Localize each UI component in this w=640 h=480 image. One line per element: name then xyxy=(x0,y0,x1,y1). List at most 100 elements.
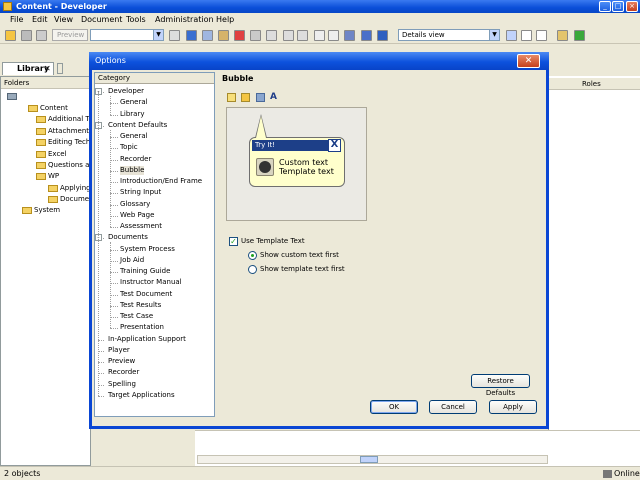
toolbar-icon[interactable] xyxy=(169,30,180,41)
category-item[interactable]: Content Defaults xyxy=(108,121,167,130)
category-item[interactable]: Player xyxy=(108,346,130,355)
category-item[interactable]: System Process xyxy=(120,245,175,254)
category-item[interactable]: Instructor Manual xyxy=(120,278,182,287)
tree-item[interactable]: Content xyxy=(28,104,68,112)
menu-help[interactable]: Help xyxy=(216,15,234,24)
category-item[interactable]: General xyxy=(120,132,148,141)
template-first-radio[interactable] xyxy=(248,265,257,274)
category-item[interactable]: Glossary xyxy=(120,200,150,209)
cut-icon[interactable] xyxy=(186,30,197,41)
category-item[interactable]: General xyxy=(120,98,148,107)
dialog-close-button[interactable]: ✕ xyxy=(517,54,540,68)
tree-item[interactable]: Editing Techn xyxy=(36,138,95,146)
refresh-icon[interactable] xyxy=(574,30,585,41)
tree-connector xyxy=(110,227,118,228)
custom-first-label[interactable]: Show custom text first xyxy=(260,251,339,259)
properties-icon[interactable] xyxy=(250,30,261,41)
menu-edit[interactable]: Edit xyxy=(32,15,48,24)
apply-button[interactable]: Apply xyxy=(489,400,537,414)
folder-icon[interactable] xyxy=(557,30,568,41)
roles-column-header[interactable]: Roles xyxy=(548,78,640,90)
link-icon[interactable] xyxy=(361,30,372,41)
help-icon[interactable] xyxy=(377,30,388,41)
category-item[interactable]: Topic xyxy=(120,143,138,152)
menu-file[interactable]: File xyxy=(10,15,23,24)
category-item[interactable]: Test Case xyxy=(120,312,153,321)
close-icon[interactable]: ✕ xyxy=(44,64,51,73)
use-template-label[interactable]: Use Template Text xyxy=(241,237,305,245)
category-item[interactable]: Assessment xyxy=(120,222,162,231)
category-item-label: Introduction/End Frame xyxy=(120,177,203,185)
category-item[interactable]: Bubble xyxy=(120,165,145,175)
category-item[interactable]: Recorder xyxy=(108,368,139,377)
menu-tools[interactable]: Tools xyxy=(126,15,146,24)
tree-item[interactable]: System xyxy=(22,206,60,214)
scrollbar-thumb[interactable] xyxy=(360,456,378,463)
category-item[interactable]: Introduction/End Frame xyxy=(120,177,202,186)
undo-icon[interactable] xyxy=(283,30,294,41)
print-icon[interactable] xyxy=(36,30,47,41)
pointer-icon[interactable] xyxy=(256,93,265,102)
toolbar-icon[interactable] xyxy=(266,30,277,41)
menu-view[interactable]: View xyxy=(54,15,73,24)
open-folder-icon[interactable] xyxy=(241,93,250,102)
category-item-label: Library xyxy=(120,109,145,118)
category-item[interactable]: Library xyxy=(120,110,144,119)
tree-item[interactable]: Applying xyxy=(48,184,91,192)
maximize-button[interactable]: □ xyxy=(612,1,624,12)
category-item-label: Spelling xyxy=(108,379,136,388)
tree-item[interactable]: WP xyxy=(36,172,59,180)
split-view-icon[interactable] xyxy=(521,30,532,41)
category-item[interactable]: Target Applications xyxy=(108,391,175,400)
category-item[interactable]: Spelling xyxy=(108,380,136,389)
redo-icon[interactable] xyxy=(297,30,308,41)
custom-first-radio[interactable] xyxy=(248,251,257,260)
toolbar-combo[interactable]: ▼ xyxy=(90,29,164,41)
category-item[interactable]: String Input xyxy=(120,188,161,197)
new-icon[interactable] xyxy=(5,30,16,41)
close-window-button[interactable]: × xyxy=(626,1,638,12)
category-item[interactable]: Recorder xyxy=(120,155,151,164)
minimize-button[interactable]: _ xyxy=(599,1,611,12)
category-item[interactable]: Job Aid xyxy=(120,256,144,265)
copy-icon[interactable] xyxy=(202,30,213,41)
category-item-label: Developer xyxy=(108,87,145,95)
category-item[interactable]: Preview xyxy=(108,357,135,366)
details-view-icon[interactable] xyxy=(506,30,517,41)
category-item-label: Test Document xyxy=(120,289,173,298)
menu-administration[interactable]: Administration xyxy=(155,15,214,24)
restore-defaults-button[interactable]: Restore Defaults xyxy=(471,374,530,397)
paste-icon[interactable] xyxy=(218,30,229,41)
category-item[interactable]: Test Results xyxy=(120,301,161,310)
category-item-label: Test Results xyxy=(120,300,162,309)
category-item[interactable]: Presentation xyxy=(120,323,164,332)
tab-extra[interactable] xyxy=(57,63,63,74)
tree-item[interactable]: Additional Top xyxy=(36,115,97,123)
use-template-checkbox[interactable]: ✓ xyxy=(229,237,238,246)
collapse-icon[interactable] xyxy=(328,30,339,41)
view-select[interactable]: Details view ▼ xyxy=(398,29,500,41)
tree-item[interactable]: Docume xyxy=(48,195,89,203)
tree-item[interactable]: Attachments xyxy=(36,127,93,135)
find-icon[interactable] xyxy=(344,30,355,41)
category-item[interactable]: In-Application Support xyxy=(108,335,186,344)
font-icon[interactable]: A xyxy=(270,93,279,102)
ok-button[interactable]: OK xyxy=(370,400,418,414)
bubble-style-icon[interactable] xyxy=(227,93,236,102)
category-item[interactable]: Documents xyxy=(108,233,148,242)
category-item[interactable]: Test Document xyxy=(120,290,172,299)
category-item[interactable]: Training Guide xyxy=(120,267,170,276)
delete-icon[interactable] xyxy=(234,30,245,41)
category-item[interactable]: Web Page xyxy=(120,211,154,220)
category-item[interactable]: Developer xyxy=(108,87,144,96)
list-view-icon[interactable] xyxy=(536,30,547,41)
library-root[interactable] xyxy=(7,92,19,100)
expand-icon[interactable] xyxy=(314,30,325,41)
tree-item[interactable]: Excel xyxy=(36,150,67,158)
template-first-label[interactable]: Show template text first xyxy=(260,265,345,273)
preview-button[interactable]: Preview xyxy=(52,29,88,41)
save-icon[interactable] xyxy=(21,30,32,41)
cancel-button[interactable]: Cancel xyxy=(429,400,477,414)
tree-item[interactable]: Questions an xyxy=(36,161,94,169)
menu-document[interactable]: Document xyxy=(81,15,122,24)
